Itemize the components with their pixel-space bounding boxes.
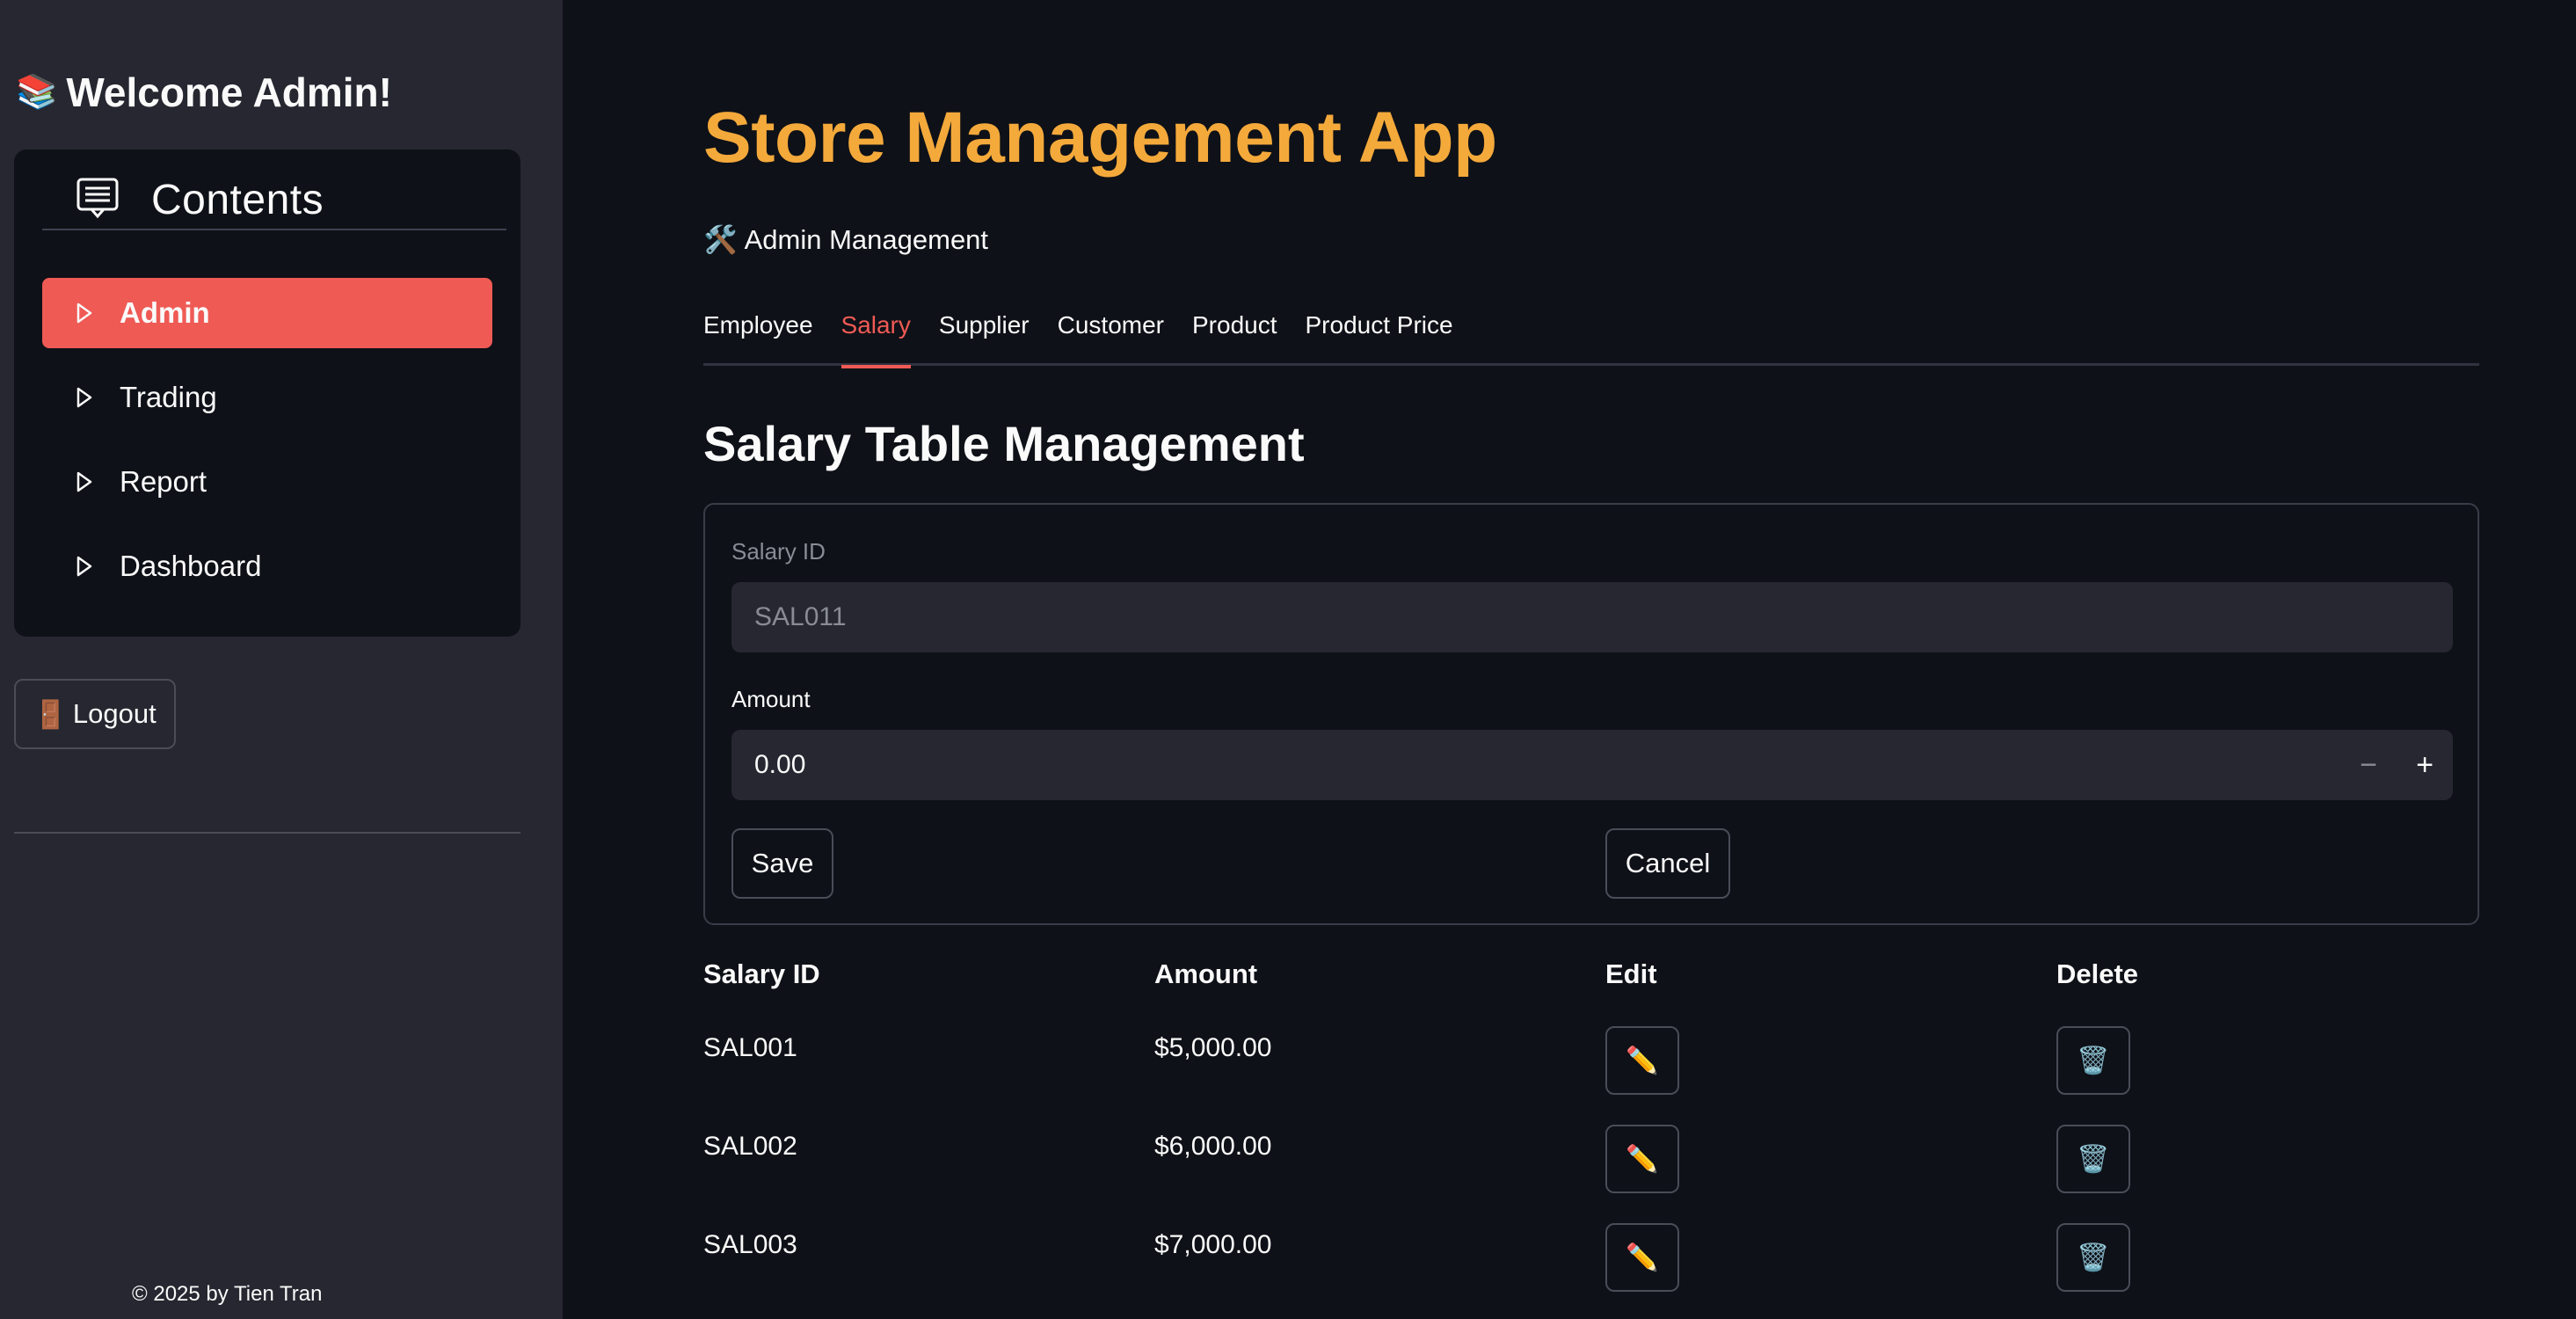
sidebar-item-label: Trading [120, 381, 217, 413]
salary-id-value: SAL011 [754, 602, 847, 631]
sidebar-item-dashboard[interactable]: Dashboard [42, 531, 492, 601]
welcome-heading: 📚 Welcome Admin! [16, 69, 392, 116]
section-title: Salary Table Management [703, 416, 1305, 471]
contents-list-icon [76, 177, 120, 223]
row-3-delete-button[interactable]: 🗑️ [2056, 1223, 2130, 1292]
menu-title: Contents [151, 176, 324, 223]
logout-button[interactable]: 🚪 Logout [14, 679, 176, 749]
play-triangle-icon [76, 471, 92, 492]
sidebar-item-label: Admin [120, 296, 210, 329]
door-icon: 🚪 [33, 698, 68, 730]
row-1-salary-id: SAL001 [703, 1033, 797, 1062]
salary-id-field[interactable]: SAL011 [731, 582, 2453, 652]
books-icon: 📚 [16, 74, 58, 111]
sidebar-item-label: Dashboard [120, 550, 262, 582]
column-header-amount: Amount [1154, 958, 1258, 989]
subheader: 🛠️ Admin Management [703, 223, 988, 256]
tab-customer[interactable]: Customer [1058, 308, 1164, 366]
main-content: Store Management App 🛠️ Admin Management… [563, 0, 2576, 1319]
row-2-amount: $6,000.00 [1154, 1132, 1272, 1161]
cancel-button[interactable]: Cancel [1605, 828, 1730, 899]
save-button[interactable]: Save [731, 828, 833, 899]
amount-label: Amount [731, 686, 811, 712]
column-header-salary-id: Salary ID [703, 958, 820, 989]
menu-header: Contents [42, 171, 506, 230]
tab-salary[interactable]: Salary [840, 308, 912, 368]
tools-icon: 🛠️ [703, 224, 738, 255]
footer-copyright: © 2025 by Tien Tran [132, 1282, 323, 1306]
increment-button[interactable]: + [2397, 730, 2453, 800]
decrement-button[interactable]: − [2340, 730, 2397, 800]
sidebar-item-report[interactable]: Report [42, 447, 492, 517]
trash-icon: 🗑️ [2077, 1144, 2110, 1174]
trash-icon: 🗑️ [2077, 1242, 2110, 1272]
row-1-delete-button[interactable]: 🗑️ [2056, 1026, 2130, 1095]
row-2-edit-button[interactable]: ✏️ [1605, 1125, 1679, 1193]
trash-icon: 🗑️ [2077, 1046, 2110, 1075]
row-1-amount: $5,000.00 [1154, 1033, 1272, 1062]
row-3-salary-id: SAL003 [703, 1230, 797, 1259]
salary-form: Salary ID SAL011 Amount 0.00 − + Save Ca… [703, 503, 2479, 925]
play-triangle-icon [76, 556, 92, 577]
row-3-edit-button[interactable]: ✏️ [1605, 1223, 1679, 1292]
amount-stepper: − + [2340, 730, 2453, 800]
row-2-salary-id: SAL002 [703, 1132, 797, 1161]
tab-product-price[interactable]: Product Price [1306, 308, 1453, 366]
column-header-edit: Edit [1605, 958, 1657, 989]
sidebar-item-label: Report [120, 465, 207, 498]
sidebar-divider [14, 832, 520, 834]
welcome-text: Welcome Admin! [66, 69, 392, 115]
amount-field[interactable]: 0.00 − + [731, 730, 2453, 800]
page-title: Store Management App [703, 98, 1497, 178]
play-triangle-icon [76, 302, 92, 324]
sidebar-item-admin[interactable]: Admin [42, 278, 492, 348]
tab-bar: Employee Salary Supplier Customer Produc… [703, 308, 2479, 368]
amount-value: 0.00 [754, 750, 806, 779]
row-1-edit-button[interactable]: ✏️ [1605, 1026, 1679, 1095]
navigation-menu: Contents Admin Trading Report Dashboard [14, 149, 520, 637]
subheader-text: Admin Management [744, 223, 989, 255]
salary-id-label: Salary ID [731, 538, 826, 565]
pencil-icon: ✏️ [1626, 1046, 1659, 1075]
row-3-amount: $7,000.00 [1154, 1230, 1272, 1259]
play-triangle-icon [76, 387, 92, 408]
tab-product[interactable]: Product [1192, 308, 1277, 366]
column-header-delete: Delete [2056, 958, 2139, 989]
sidebar-item-trading[interactable]: Trading [42, 362, 492, 433]
pencil-icon: ✏️ [1626, 1242, 1659, 1272]
tab-supplier[interactable]: Supplier [939, 308, 1030, 366]
pencil-icon: ✏️ [1626, 1144, 1659, 1174]
row-2-delete-button[interactable]: 🗑️ [2056, 1125, 2130, 1193]
tab-employee[interactable]: Employee [703, 308, 813, 366]
logout-label: Logout [72, 698, 156, 729]
sidebar: 📚 Welcome Admin! Contents Admin Trading … [0, 0, 563, 1319]
